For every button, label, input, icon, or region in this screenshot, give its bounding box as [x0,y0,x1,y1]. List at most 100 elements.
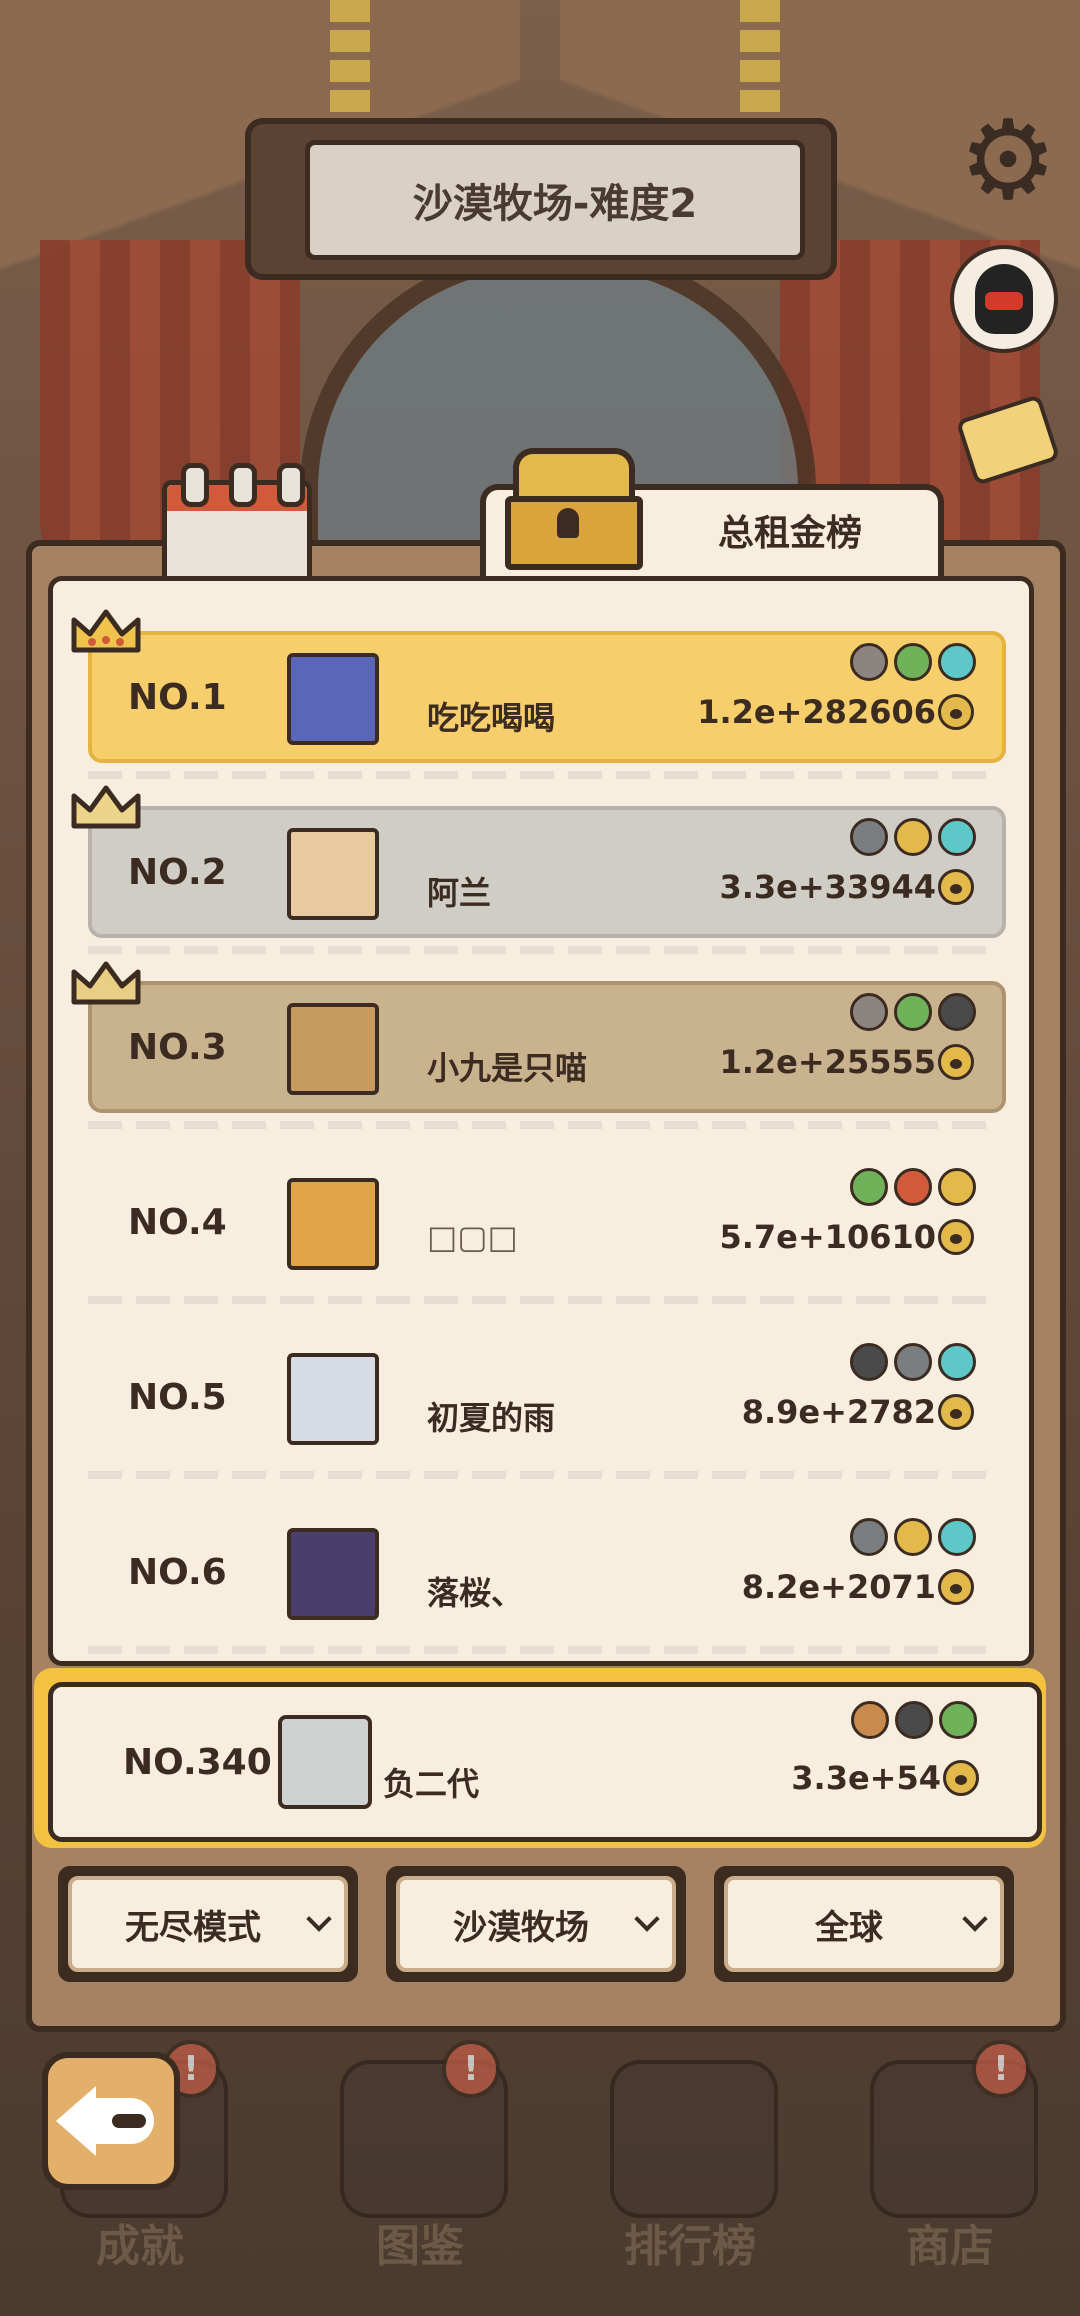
pet-badge-icon [851,1701,889,1739]
paw-coin-icon [938,1044,974,1080]
pet-badge-icon [894,993,932,1031]
player-name: 小九是只喵 [427,1049,588,1087]
nav-collection-label: 图鉴 [376,2221,464,2272]
pet-badge-icon [850,643,888,681]
map-dropdown-label: 沙漠牧场 [453,1907,589,1948]
score: 1.2e+25555 [719,1043,974,1081]
pet-badges [850,1168,976,1206]
my-rank-label: NO.340 [123,1741,272,1783]
pet-badge-icon [850,1343,888,1381]
alert-badge-icon: ! [972,2040,1030,2098]
score: 1.2e+282606 [697,693,974,731]
leaderboard-row-6[interactable]: NO.6 落桜、 8.2e+2071 [88,1506,1006,1638]
row-divider [88,1646,998,1654]
my-player-name: 负二代 [383,1765,480,1803]
avatar[interactable] [287,1003,379,1095]
paw-coin-icon [938,1394,974,1430]
leaderboard-row-4[interactable]: NO.4 □▢□ 5.7e+10610 [88,1156,1006,1288]
rank-label: NO.6 [128,1551,227,1593]
avatar[interactable] [287,828,379,920]
pet-badges [850,1343,976,1381]
pet-badge-icon [938,993,976,1031]
pet-badge-icon [850,1518,888,1556]
my-score: 3.3e+54 [791,1759,979,1797]
my-rank-row[interactable]: NO.340 负二代 3.3e+54 [48,1682,1042,1842]
treasure-chest-icon [505,448,643,570]
sign-chain-left [330,0,370,130]
region-dropdown[interactable]: 全球 [714,1866,1014,1982]
pet-badge-icon [850,993,888,1031]
pet-badge-icon [850,1168,888,1206]
region-dropdown-label: 全球 [815,1907,883,1948]
calendar-tab-icon[interactable] [162,463,312,586]
rank-label: NO.5 [128,1376,227,1418]
back-arrow-icon [56,2086,154,2156]
paw-coin-icon [938,869,974,905]
my-pet-badges [851,1701,977,1739]
pet-badges [850,643,976,681]
nav-shop-label: 商店 [906,2221,994,2272]
mode-dropdown-label: 无尽模式 [125,1907,261,1948]
pet-badge-icon [938,643,976,681]
silver-crown-icon [70,782,142,834]
announcement-horn-icon[interactable] [955,390,1061,490]
nav-shop[interactable]: ! 商店 [840,2040,1060,2316]
gold-crown-icon [70,606,142,658]
paw-coin-icon [938,694,974,730]
row-divider [88,771,998,779]
nav-leaderboard-label: 排行榜 [624,2221,756,2272]
avatar[interactable] [287,1353,379,1445]
leaderboard-row-1[interactable]: NO.1 吃吃喝喝 1.2e+282606 [88,631,1006,763]
nav-collection[interactable]: ! 图鉴 [310,2040,530,2316]
map-dropdown[interactable]: 沙漠牧场 [386,1866,686,1982]
mode-dropdown[interactable]: 无尽模式 [58,1866,358,1982]
level-title: 沙漠牧场-难度2 [305,140,805,260]
sign-chain-right [740,0,780,130]
player-name: 阿兰 [427,874,492,912]
pet-badge-icon [894,1518,932,1556]
settings-gear-icon[interactable]: ⚙ [958,105,1058,215]
pet-badge-icon [895,1701,933,1739]
leaderboard-row-3[interactable]: NO.3 小九是只喵 1.2e+25555 [88,981,1006,1113]
player-name: 落桜、 [427,1574,524,1612]
bronze-crown-icon [70,958,142,1010]
avatar[interactable] [287,1178,379,1270]
paw-coin-icon [938,1569,974,1605]
rank-label: NO.4 [128,1201,227,1243]
pet-badge-icon [850,818,888,856]
nav-leaderboard[interactable]: 排行榜 [580,2040,800,2316]
leaderboard-row-2[interactable]: NO.2 阿兰 3.3e+33944 [88,806,1006,938]
nav-achievements-label: 成就 [96,2221,184,2272]
row-divider [88,1121,998,1129]
pet-badge-icon [894,1343,932,1381]
score: 8.2e+2071 [742,1568,974,1606]
score: 5.7e+10610 [719,1218,974,1256]
row-divider [88,1296,998,1304]
my-avatar[interactable] [278,1715,372,1809]
paw-coin-icon [943,1760,979,1796]
avatar[interactable] [287,653,379,745]
pet-badge-icon [938,1343,976,1381]
pet-badges [850,1518,976,1556]
paw-coin-icon [938,1219,974,1255]
pet-badge-icon [938,818,976,856]
pet-badge-icon [894,643,932,681]
player-name: 初夏的雨 [427,1399,556,1437]
avatar[interactable] [287,1528,379,1620]
score: 3.3e+33944 [719,868,974,906]
tab-total-rent-label: 总租金榜 [717,513,862,554]
qq-penguin-icon[interactable] [950,245,1058,353]
rank-label: NO.3 [128,1026,227,1068]
rank-label: NO.1 [128,676,227,718]
pet-badge-icon [938,1518,976,1556]
back-button[interactable] [42,2052,180,2190]
leaderboard-list[interactable]: NO.1 吃吃喝喝 1.2e+282606 NO.2 阿兰 3.3e+33944… [48,576,1034,1666]
pet-badge-icon [938,1168,976,1206]
score: 8.9e+2782 [742,1393,974,1431]
row-divider [88,1471,998,1479]
pet-badge-icon [939,1701,977,1739]
rank-label: NO.2 [128,851,227,893]
player-name: □▢□ [427,1218,518,1256]
pet-badges [850,993,976,1031]
leaderboard-row-5[interactable]: NO.5 初夏的雨 8.9e+2782 [88,1331,1006,1463]
